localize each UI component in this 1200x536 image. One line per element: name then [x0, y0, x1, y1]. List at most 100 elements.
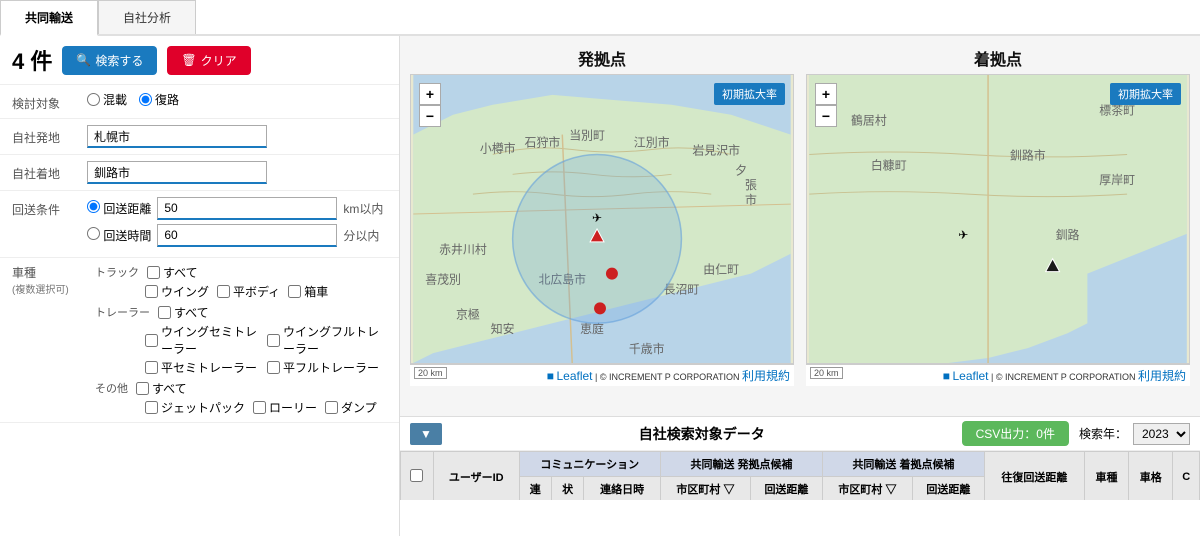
svg-text:当別町: 当別町	[569, 129, 605, 143]
svg-text:長沼町: 長沼町	[664, 282, 700, 296]
main-container: 4 件 🔍 検索する 🗑 クリア 検討対象 混載	[0, 36, 1200, 536]
time-unit: 分以内	[343, 227, 379, 244]
right-panel: 発拠点 当別町	[400, 36, 1200, 536]
other-lowry[interactable]: ローリー	[253, 399, 317, 416]
origin-input[interactable]	[87, 125, 267, 148]
collapse-button[interactable]: ▼	[410, 423, 442, 445]
bottom-header: ▼ 自社検索対象データ CSV出力：0件 検索年： 2023 2022 2024	[400, 417, 1200, 451]
th-comm-date: 連絡日時	[584, 477, 661, 501]
truck-box[interactable]: 箱車	[288, 283, 328, 300]
svg-text:夕: 夕	[735, 163, 747, 177]
right-map-zoom-out[interactable]: −	[815, 105, 837, 127]
trailer-title: トレーラー	[95, 304, 150, 321]
right-map: 鶴居村 標茶町 白糠町 釧路市 厚岸町 釧路 ✈ + −	[806, 74, 1190, 364]
th-vehicle-type: 車種	[1084, 452, 1128, 501]
time-input[interactable]	[157, 224, 337, 247]
th-user-id: ユーザーID	[433, 452, 519, 501]
clear-button[interactable]: 🗑 クリア	[167, 46, 250, 75]
search-icon: 🔍	[76, 53, 91, 67]
svg-text:厚岸町: 厚岸町	[1099, 173, 1135, 187]
radio-return[interactable]: 復路	[139, 91, 179, 108]
csv-button[interactable]: CSV出力：0件	[962, 421, 1069, 446]
th-origin-city: 市区町村 ▽	[661, 477, 751, 501]
svg-text:石狩市: 石狩市	[525, 136, 561, 150]
truck-wing[interactable]: ウイング	[145, 283, 209, 300]
left-map-zoom-in[interactable]: +	[419, 83, 441, 105]
label-dest: 自社着地	[12, 161, 87, 182]
th-other-col: C	[1173, 452, 1200, 501]
year-selector: 検索年： 2023 2022 2024	[1079, 423, 1190, 445]
svg-text:小樽市: 小樽市	[480, 141, 516, 155]
other-dump[interactable]: ダンプ	[325, 399, 377, 416]
result-count: 4 件	[12, 44, 52, 76]
label-conditions: 回送条件	[12, 197, 87, 218]
trailer-all[interactable]: すべて	[158, 304, 209, 321]
th-round-dist: 往復回送距離	[984, 452, 1084, 501]
vehicle-section: 車種 (複数選択可) トラック すべて ウイング	[0, 258, 399, 423]
svg-text:✈: ✈	[958, 228, 968, 242]
trash-icon: 🗑	[181, 53, 196, 67]
other-all[interactable]: すべて	[136, 380, 187, 397]
right-map-footer: 20 km ■ Leaflet | © INCREMENT P CORPORAT…	[806, 364, 1190, 386]
tab-own[interactable]: 自社分析	[98, 0, 196, 34]
left-panel: 4 件 🔍 検索する 🗑 クリア 検討対象 混載	[0, 36, 400, 536]
th-dest-dist: 回送距離	[912, 477, 984, 501]
radio-distance[interactable]: 回送距離	[87, 200, 151, 217]
trailer-wing-semi[interactable]: ウイングセミトレーラー	[145, 323, 265, 357]
th-checkbox	[401, 452, 434, 501]
left-map-controls: + −	[419, 83, 441, 127]
truck-title: トラック	[95, 264, 139, 281]
trailer-flat-full[interactable]: 平フルトレーラー	[267, 359, 387, 376]
left-map-zoom-out[interactable]: −	[419, 105, 441, 127]
label-origin: 自社発地	[12, 125, 87, 146]
trailer-flat-semi[interactable]: 平セミトレーラー	[145, 359, 265, 376]
distance-unit: km以内	[343, 200, 383, 217]
th-comm-1: 連	[519, 477, 551, 501]
tab-bar: 共同輸送 自社分析	[0, 0, 1200, 36]
svg-text:知安: 知安	[491, 322, 515, 336]
left-map-scale: 20 km	[414, 367, 447, 379]
form-row-origin: 自社発地	[0, 119, 399, 155]
form-row-dest: 自社着地	[0, 155, 399, 191]
year-dropdown[interactable]: 2023 2022 2024	[1133, 423, 1190, 445]
right-map-container: 着拠点 鶴居村	[806, 46, 1190, 406]
label-vehicle-sub: (複数選択可)	[12, 281, 87, 296]
truck-flat[interactable]: 平ボディ	[217, 283, 280, 300]
bottom-area: ▼ 自社検索対象データ CSV出力：0件 検索年： 2023 2022 2024	[400, 416, 1200, 536]
left-map-badge: 初期拡大率	[714, 83, 785, 105]
svg-text:鶴居村: 鶴居村	[851, 114, 887, 128]
radio-time[interactable]: 回送時間	[87, 227, 151, 244]
section-title: 自社検索対象データ	[452, 424, 952, 444]
right-map-zoom-in[interactable]: +	[815, 83, 837, 105]
other-jet[interactable]: ジェットパック	[145, 399, 245, 416]
radio-group-target: 混載 復路	[87, 91, 387, 108]
svg-text:✈: ✈	[592, 211, 602, 225]
label-vehicle: 車種	[12, 264, 87, 281]
th-origin-dist: 回送距離	[750, 477, 822, 501]
right-map-badge: 初期拡大率	[1110, 83, 1181, 105]
left-map-attribution: ■ Leaflet | © INCREMENT P CORPORATION 利用…	[547, 372, 790, 382]
trailer-wing-full[interactable]: ウイングフルトレーラー	[267, 323, 387, 357]
svg-text:恵庭: 恵庭	[580, 322, 604, 336]
maps-area: 発拠点 当別町	[400, 36, 1200, 416]
svg-text:喜茂別: 喜茂別	[425, 273, 461, 287]
svg-text:赤井川村: 赤井川村	[439, 243, 487, 257]
radio-mixed[interactable]: 混載	[87, 91, 127, 108]
svg-text:釧路: 釧路	[1056, 228, 1080, 242]
other-title: その他	[95, 380, 128, 397]
svg-text:由仁町: 由仁町	[703, 263, 739, 277]
right-map-controls: + −	[815, 83, 837, 127]
svg-text:岩見沢市: 岩見沢市	[692, 143, 740, 157]
th-dest: 共同輸送 着拠点候補	[822, 452, 984, 477]
left-map: 当別町 石狩市 小樽市 江別市 岩見沢市 夕 張 市 赤井川村 喜茂別 京極 知…	[410, 74, 794, 364]
tab-joint[interactable]: 共同輸送	[0, 0, 98, 36]
left-map-title: 発拠点	[410, 46, 794, 70]
distance-input[interactable]	[157, 197, 337, 220]
search-button[interactable]: 🔍 検索する	[62, 46, 157, 75]
truck-all[interactable]: すべて	[147, 264, 198, 281]
dest-input[interactable]	[87, 161, 267, 184]
form-row-conditions: 回送条件 回送距離 km以内 回送時間 分以内	[0, 191, 399, 258]
data-table-container: ユーザーID コミュニケーション 共同輸送 発拠点候補 共同輸送 着拠点候補 往…	[400, 451, 1200, 500]
right-map-scale: 20 km	[810, 367, 843, 379]
time-row: 回送時間 分以内	[87, 224, 387, 247]
